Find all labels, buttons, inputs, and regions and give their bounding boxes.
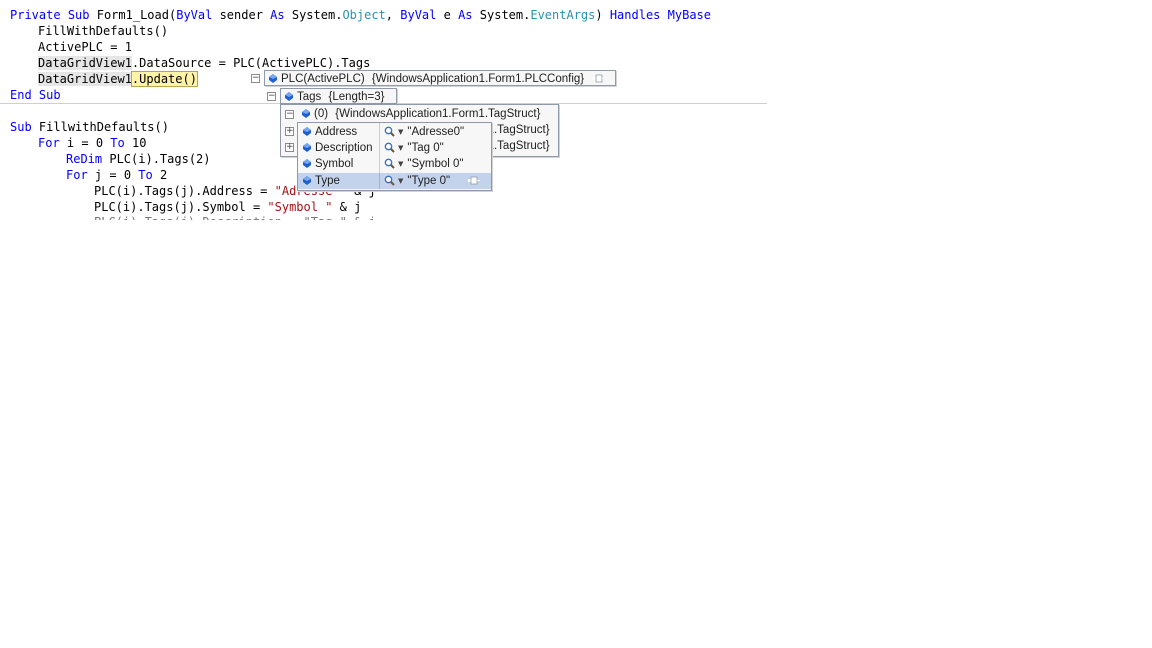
variable-icon xyxy=(303,127,311,136)
magnifier-icon[interactable] xyxy=(384,158,395,169)
variable-icon xyxy=(303,159,311,168)
code-line-1: Private Sub Form1_Load(ByVal sender As S… xyxy=(10,7,711,23)
datatip-row-plc[interactable]: PLC(ActivePLC) {WindowsApplication1.Form… xyxy=(264,70,616,86)
code-line-2: FillWithDefaults() xyxy=(38,24,169,38)
keyword: ReDim xyxy=(66,152,103,166)
namespace: System. xyxy=(479,8,531,22)
datatip-row-tags[interactable]: Tags {Length=3} xyxy=(280,88,397,104)
identifier-highlight[interactable]: DataGridView1 xyxy=(38,56,132,70)
code-line-5: DataGridView1.Update() xyxy=(38,71,198,87)
param-name: sender xyxy=(219,8,263,22)
keyword: Sub xyxy=(10,120,32,134)
field-value: "Adresse0" xyxy=(407,126,465,138)
type-name: EventArgs xyxy=(530,8,596,22)
datatip-name: Tags xyxy=(297,91,322,103)
datatip-field-symbol-value[interactable]: ▼ "Symbol 0" xyxy=(384,156,476,172)
datatip-name: PLC(ActivePLC) xyxy=(281,73,365,85)
dropdown-arrow-icon[interactable]: ▼ xyxy=(398,140,403,156)
field-value: "Tag 0" xyxy=(407,142,444,154)
expand-minus-icon[interactable]: − xyxy=(285,110,294,119)
keyword: Private xyxy=(10,8,61,22)
code-line-3: ActivePLC = 1 xyxy=(38,40,132,54)
datatip-value: {Length=3} xyxy=(328,91,385,103)
magnifier-icon[interactable] xyxy=(384,126,395,137)
variable-icon xyxy=(303,176,311,185)
code-line-13: PLC(i).Tags(j).Symbol = "Symbol " & j xyxy=(94,199,361,215)
code-text: i = 0 xyxy=(66,136,111,150)
keyword: Handles xyxy=(609,8,661,22)
variable-icon xyxy=(285,92,293,101)
datatip-name: (0) xyxy=(314,108,329,120)
keyword: To xyxy=(110,136,125,150)
keyword: As xyxy=(270,8,285,22)
datatip-value: {WindowsApplication1.Form1.PLCConfig} xyxy=(371,73,585,85)
magnifier-icon[interactable] xyxy=(384,175,395,186)
keyword: For xyxy=(66,168,88,182)
code-line-8: Sub FillwithDefaults() xyxy=(10,119,169,135)
keyword: End xyxy=(10,88,32,102)
string-literal: "Symbol " xyxy=(267,200,333,214)
code-text: PLC(i).Tags(j).Address = xyxy=(94,184,275,198)
method-name: Form1_Load( xyxy=(96,8,177,22)
field-name: Address xyxy=(315,126,358,138)
separator: , xyxy=(385,8,401,22)
dropdown-arrow-icon[interactable]: ▼ xyxy=(398,124,403,140)
datatip-row-item0[interactable]: (0) {WindowsApplication1.Form1.TagStruct… xyxy=(298,106,560,122)
code-text: j = 0 xyxy=(94,168,139,182)
pin-icon[interactable] xyxy=(468,176,480,185)
keyword: For xyxy=(38,136,60,150)
type-name: Object xyxy=(342,8,386,22)
namespace: System. xyxy=(291,8,343,22)
code-line-6: End Sub xyxy=(10,87,61,103)
dropdown-arrow-icon[interactable]: ▼ xyxy=(398,156,403,172)
code-text: 2 xyxy=(159,168,168,182)
keyword: MyBase xyxy=(667,8,711,22)
code-text: 10 xyxy=(131,136,147,150)
code-line-10: ReDim PLC(i).Tags(2) xyxy=(66,151,211,167)
code-text: .DataSource = PLC(ActivePLC).Tags xyxy=(131,56,371,70)
keyword: As xyxy=(458,8,473,22)
field-value: "Type 0" xyxy=(407,175,451,187)
code-text: & j xyxy=(332,200,362,214)
dropdown-arrow-icon[interactable]: ▼ xyxy=(398,173,403,189)
keyword: To xyxy=(138,168,153,182)
code-line-clipped: PLC(i).Tags(j).Description = "Tag " & j xyxy=(94,214,376,220)
code-line-9: For i = 0 To 10 xyxy=(38,135,146,151)
datatip-field-type[interactable]: Type xyxy=(300,173,381,189)
datatip-field-symbol[interactable]: Symbol xyxy=(300,156,381,172)
field-value: "Symbol 0" xyxy=(407,158,464,170)
code-text: PLC(i).Tags(j).Symbol = xyxy=(94,200,268,214)
keyword: Sub xyxy=(38,88,61,102)
expand-minus-icon[interactable]: − xyxy=(251,74,260,83)
keyword: Sub xyxy=(67,8,90,22)
keyword: ByVal xyxy=(400,8,437,22)
method-name: FillwithDefaults() xyxy=(38,120,169,134)
identifier-highlight[interactable]: DataGridView1 xyxy=(38,72,132,86)
pin-icon[interactable] xyxy=(593,74,605,83)
datatip-value: {WindowsApplication1.Form1.TagStruct} xyxy=(335,108,541,120)
field-name: Symbol xyxy=(315,158,354,170)
param-name: e xyxy=(443,8,451,22)
field-name: Description xyxy=(315,142,373,154)
variable-icon xyxy=(302,109,310,118)
expand-plus-icon[interactable]: + xyxy=(285,143,294,152)
magnifier-icon[interactable] xyxy=(384,142,395,153)
datatip-field-description[interactable]: Description xyxy=(300,140,381,156)
datatip-field-address-value[interactable]: ▼ "Adresse0" xyxy=(384,124,476,140)
keyword: ByVal xyxy=(176,8,213,22)
code-editor[interactable]: Private Sub Form1_Load(ByVal sender As S… xyxy=(0,0,1152,648)
datatip-field-description-value[interactable]: ▼ "Tag 0" xyxy=(384,140,476,156)
expand-minus-icon[interactable]: − xyxy=(267,92,276,101)
datatip-field-type-value[interactable]: ▼ "Type 0" xyxy=(384,173,489,189)
variable-icon xyxy=(303,143,311,152)
datatip-field-address[interactable]: Address xyxy=(300,124,381,140)
code-line-4: DataGridView1.DataSource = PLC(ActivePLC… xyxy=(38,55,370,71)
current-statement[interactable]: .Update() xyxy=(130,71,198,87)
code-line-11: For j = 0 To 2 xyxy=(66,167,167,183)
field-name: Type xyxy=(315,175,340,187)
expand-plus-icon[interactable]: + xyxy=(285,127,294,136)
separator: ) xyxy=(595,8,610,22)
code-text: PLC(i).Tags(2) xyxy=(109,152,211,166)
variable-icon xyxy=(269,74,277,83)
